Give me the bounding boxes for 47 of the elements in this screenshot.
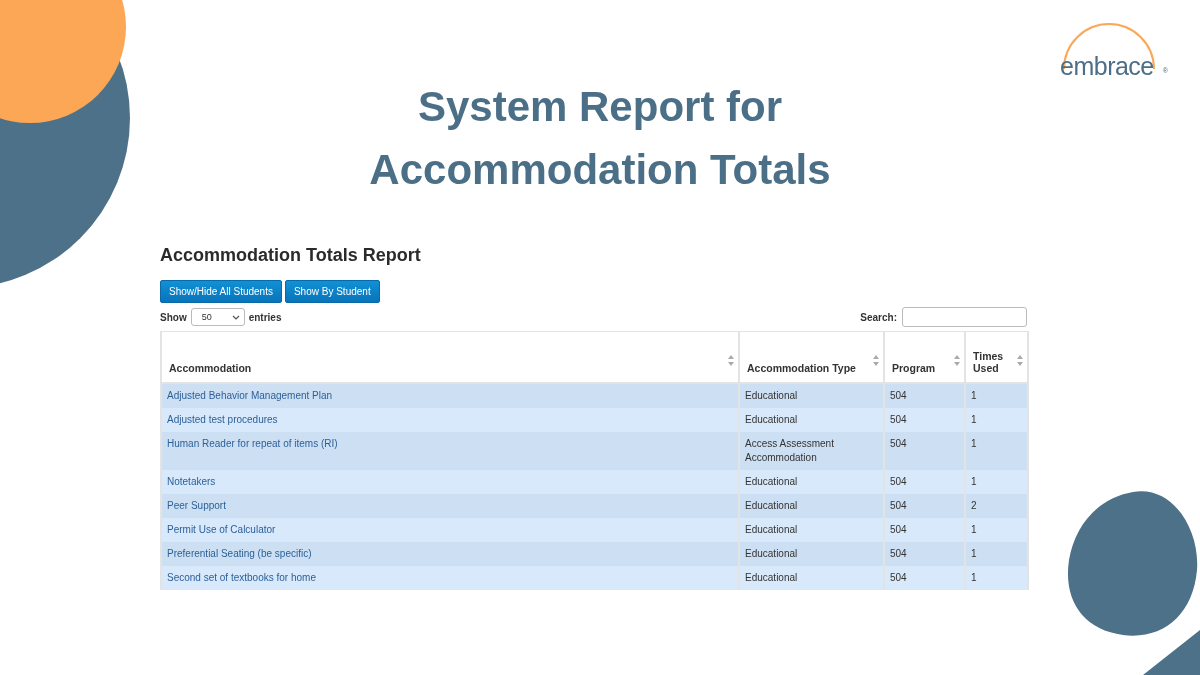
search-field[interactable]: [902, 307, 1027, 327]
sort-icon[interactable]: [954, 355, 960, 366]
logo-text: embrace: [1060, 52, 1154, 80]
chevron-down-icon: [231, 314, 240, 320]
show-label: Show: [160, 311, 187, 323]
sort-icon[interactable]: [728, 355, 734, 366]
accommodation-link[interactable]: Preferential Seating (be specific): [167, 548, 312, 559]
accommodation-link[interactable]: Permit Use of Calculator: [167, 524, 276, 535]
accommodation-link[interactable]: Human Reader for repeat of items (RI): [167, 438, 338, 449]
table-cell: 1: [965, 408, 1028, 432]
table-cell: 504: [884, 432, 965, 470]
table-cell: Educational: [739, 518, 884, 542]
table-cell: Educational: [739, 566, 884, 590]
table-cell: Educational: [739, 542, 884, 566]
slide-title: Accommodation Totals: [369, 145, 831, 195]
table-cell: Access Assessment Accommodation: [739, 432, 884, 470]
table-cell: 504: [884, 494, 965, 518]
accommodation-link[interactable]: Notetakers: [167, 476, 216, 487]
accommodation-link[interactable]: Peer Support: [167, 500, 226, 511]
table-cell: 504: [884, 470, 965, 494]
table-cell: 1: [965, 542, 1028, 566]
table-cell: Educational: [739, 470, 884, 494]
table-cell: 504: [884, 383, 965, 408]
report-button[interactable]: Show/Hide All Students: [160, 280, 282, 303]
table-cell: 1: [965, 518, 1028, 542]
table-cell: 1: [965, 432, 1028, 470]
table-cell: Educational: [739, 494, 884, 518]
accommodation-link[interactable]: Adjusted Behavior Management Plan: [167, 390, 333, 401]
sort-icon[interactable]: [1017, 355, 1023, 366]
accommodation-link[interactable]: Adjusted test procedures: [167, 414, 278, 425]
entries-select[interactable]: 50: [190, 308, 245, 326]
report-heading: Accommodation Totals Report: [160, 244, 422, 266]
table-cell: 1: [965, 470, 1028, 494]
table-cell: 1: [965, 566, 1028, 590]
search-label: Search:: [860, 311, 897, 323]
table-cell: 504: [884, 542, 965, 566]
slide-title: System Report for: [416, 82, 784, 132]
sort-icon[interactable]: [873, 355, 879, 366]
table-cell: Educational: [739, 408, 884, 432]
table-cell: 2: [965, 494, 1028, 518]
report-button[interactable]: Show By Student: [284, 280, 380, 303]
table-cell: Educational: [739, 383, 884, 408]
entries-label: entries: [248, 311, 282, 323]
accommodation-link[interactable]: Second set of textbooks for home: [167, 572, 316, 583]
table-cell: 504: [884, 566, 965, 590]
table-cell: 504: [884, 518, 965, 542]
table-cell: 504: [884, 408, 965, 432]
